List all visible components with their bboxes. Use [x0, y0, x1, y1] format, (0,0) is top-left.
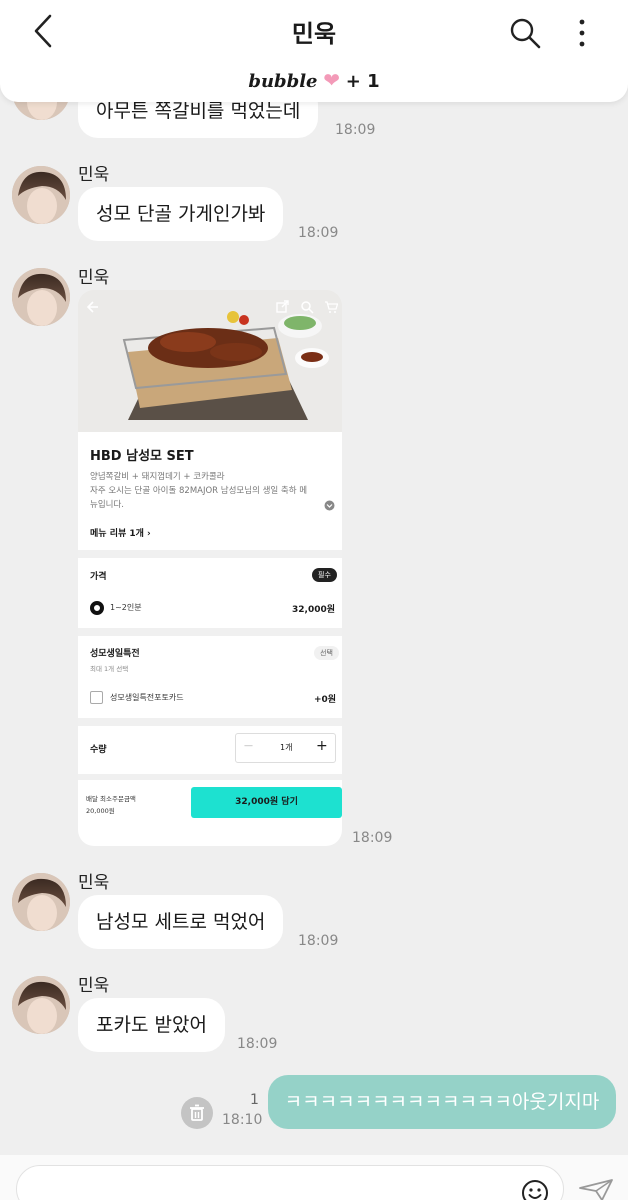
event-option: 성모생일특전포토카드 [110, 693, 184, 702]
subscription-count: + 1 [345, 71, 380, 92]
radio-selected [90, 601, 104, 615]
more-vertical-icon [579, 19, 585, 47]
event-price: +0원 [314, 695, 337, 705]
min-order-label: 배달 최소주문금액 [86, 795, 136, 803]
event-label: 성모생일특전 [90, 649, 140, 659]
quantity-label: 수량 [90, 745, 107, 755]
search-button[interactable] [508, 16, 542, 50]
search-icon [510, 18, 541, 49]
option-price: 32,000원 [292, 605, 336, 615]
message-time: 18:09 [237, 1036, 278, 1052]
add-to-cart-button: 32,000원 담기 [191, 787, 342, 818]
message-bubble[interactable]: 성모 단골 가게인가봐 [78, 187, 284, 241]
search-icon [301, 301, 314, 314]
send-button[interactable] [578, 1178, 614, 1200]
share-icon [276, 300, 289, 313]
qty-value: 1개 [280, 743, 293, 752]
divider [78, 550, 342, 558]
review-link: 메뉴 리뷰 1개 › [90, 529, 151, 539]
price-label: 가격 [90, 572, 107, 582]
sender-name: 민욱 [78, 976, 110, 996]
portion-option: 1~2인분 [110, 603, 142, 612]
min-order-value: 20,000원 [86, 807, 115, 815]
shared-image-card[interactable]: HBD 남성모 SET 양념쪽갈비 + 돼지껍데기 + 코카콜라 자주 오시는 … [78, 290, 342, 846]
unread-count: 1 [250, 1092, 259, 1108]
event-limit: 최대 1개 선택 [90, 665, 129, 673]
heart-icon: ❤ [323, 68, 341, 92]
message-time: 18:09 [298, 933, 339, 949]
avatar-photo [12, 873, 70, 931]
optional-badge: 선택 [314, 646, 339, 660]
event-checkbox [90, 691, 103, 704]
message-time: 18:09 [335, 122, 376, 138]
bubble-logo: bubble [248, 71, 318, 92]
cart-icon [325, 301, 338, 313]
avatar-photo [12, 976, 70, 1034]
message-time: 18:10 [222, 1112, 263, 1128]
avatar-photo [12, 166, 70, 224]
message-time: 18:09 [352, 830, 393, 846]
subscription-status: bubble ❤ + 1 [0, 68, 628, 92]
more-options-button[interactable] [570, 16, 594, 50]
sender-name: 민욱 [78, 873, 110, 893]
message-bubble[interactable]: 포카도 받았어 [78, 998, 225, 1052]
emoji-button[interactable] [520, 1178, 550, 1200]
required-badge: 필수 [312, 568, 337, 582]
sender-name: 민욱 [78, 268, 110, 288]
avatar-photo [12, 268, 70, 326]
avatar[interactable] [12, 166, 70, 224]
avatar[interactable] [12, 268, 70, 326]
quantity-stepper: — 1개 + [235, 733, 336, 763]
avatar[interactable] [12, 873, 70, 931]
product-description-line: 양념쪽갈비 + 돼지껍데기 + 코카콜라 [90, 472, 225, 482]
product-description-line: 자주 오시는 단골 아이돌 82MAJOR 남성모님의 생일 축하 메 [90, 486, 308, 496]
chat-header: 민욱 bubble ❤ + 1 [0, 0, 628, 102]
paper-plane-icon [579, 1179, 613, 1200]
trash-icon [190, 1104, 204, 1121]
message-time: 18:09 [298, 225, 339, 241]
sender-name: 민욱 [78, 165, 110, 185]
expand-icon [324, 500, 335, 511]
product-title: HBD 남성모 SET [90, 449, 194, 464]
my-message-bubble[interactable]: ㅋㅋㅋㅋㅋㅋㅋㅋㅋㅋㅋㅋㅋ아웃기지마 [268, 1075, 616, 1129]
smiley-icon [522, 1180, 548, 1200]
divider [78, 774, 342, 780]
food-photo [78, 290, 342, 432]
avatar[interactable] [12, 976, 70, 1034]
divider [78, 628, 342, 636]
delete-button[interactable] [181, 1097, 213, 1129]
back-arrow-icon [86, 301, 98, 313]
qty-plus: + [316, 738, 328, 754]
message-bubble[interactable]: 남성모 세트로 먹었어 [78, 895, 284, 949]
qty-minus: — [244, 741, 253, 751]
message-input[interactable] [16, 1165, 564, 1200]
product-description-line: 뉴입니다. [90, 500, 124, 510]
divider [78, 718, 342, 726]
